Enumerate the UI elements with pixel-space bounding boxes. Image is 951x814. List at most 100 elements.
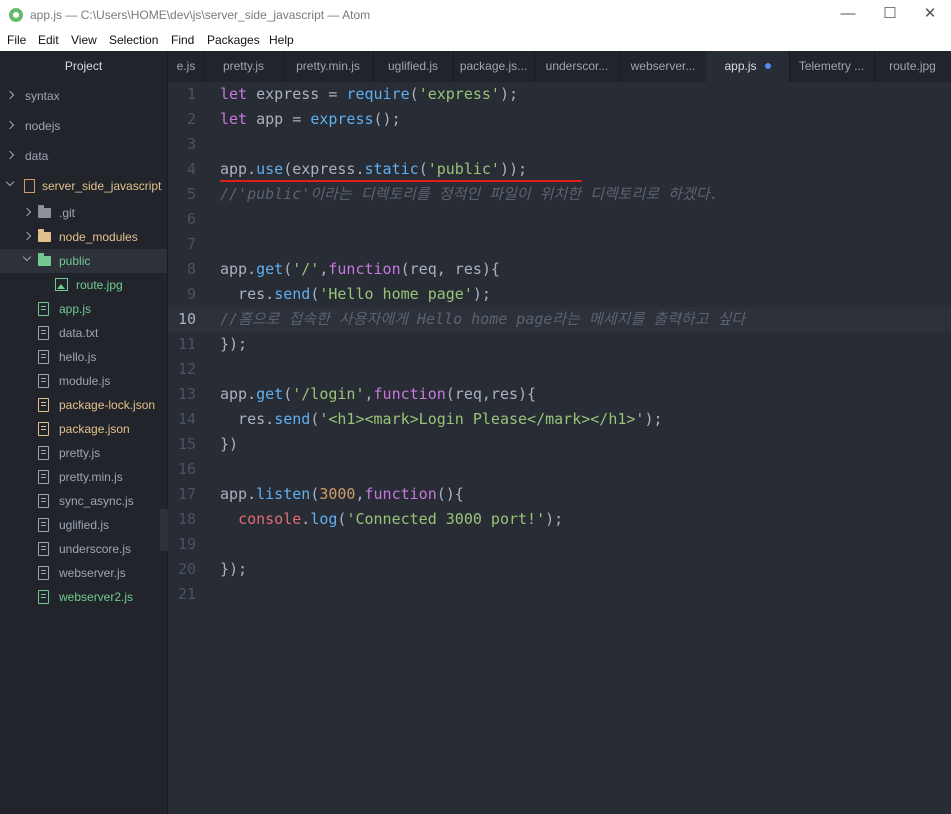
code-text: app.get('/login',function(req,res){	[220, 385, 537, 403]
menu-selection[interactable]: Selection	[109, 33, 158, 47]
line-number: 3	[186, 135, 196, 153]
menu-packages[interactable]: Packages	[207, 33, 260, 47]
maximize-button[interactable]: ☐	[880, 4, 900, 24]
code-text: });	[220, 335, 248, 353]
chevron-right-icon[interactable]	[5, 90, 15, 100]
code-line[interactable]: 8 app.get('/',function(req, res){	[168, 257, 951, 282]
code-line[interactable]: 4 app.use(express.static('public'));	[168, 157, 951, 182]
tab-app-js[interactable]: app.js	[706, 51, 790, 82]
chevron-down-icon[interactable]	[5, 177, 15, 187]
code-text: console.log('Connected 3000 port!');	[238, 510, 564, 528]
code-text: res.send('Hello home page');	[220, 285, 491, 303]
file-icon	[38, 542, 49, 556]
code-line[interactable]: 21	[168, 582, 951, 607]
tab-telemetry[interactable]: Telemetry ...	[789, 51, 875, 82]
line-number: 2	[186, 110, 196, 128]
chevron-right-icon[interactable]	[5, 120, 15, 130]
chevron-right-icon[interactable]	[22, 207, 32, 217]
tree-item-git[interactable]: .git	[0, 201, 167, 225]
menu-file[interactable]: File	[7, 33, 26, 47]
tree-item-pretty-js[interactable]: pretty.js	[0, 441, 167, 465]
chevron-right-icon[interactable]	[22, 231, 32, 241]
code-line[interactable]: 7	[168, 232, 951, 257]
tree-item-hello-js[interactable]: hello.js	[0, 345, 167, 369]
tab-package-js[interactable]: package.js...	[453, 51, 535, 82]
code-line[interactable]: 13 app.get('/login',function(req,res){	[168, 382, 951, 407]
tab-label: underscor...	[545, 59, 609, 73]
code-line[interactable]: 3	[168, 132, 951, 157]
file-icon	[38, 326, 49, 340]
tree-item-public[interactable]: public	[0, 249, 167, 273]
code-line[interactable]: 12	[168, 357, 951, 382]
tree-item-package-json[interactable]: package.json	[0, 417, 167, 441]
image-file-icon	[55, 278, 68, 291]
code-line[interactable]: 17 app.listen(3000,function(){	[168, 482, 951, 507]
file-icon	[38, 566, 49, 580]
code-editor[interactable]: 1 let express = require('express'); 2 let a…	[168, 82, 951, 814]
line-number: 7	[186, 235, 196, 253]
tree-item-underscore-js[interactable]: underscore.js	[0, 537, 167, 561]
tree-item-pretty-min-js[interactable]: pretty.min.js	[0, 465, 167, 489]
code-line[interactable]: 19	[168, 532, 951, 557]
tab-e-js[interactable]: e.js	[168, 51, 205, 82]
code-line[interactable]: 6	[168, 207, 951, 232]
project-panel-title: Project	[64, 59, 103, 73]
code-line[interactable]: 14 res.send('<h1><mark>Login Please</mar…	[168, 407, 951, 432]
modified-dot-icon	[764, 63, 771, 69]
tab-webserver[interactable]: webserver...	[620, 51, 707, 82]
code-text: app.get('/',function(req, res){	[220, 260, 500, 278]
tree-item-label: sync_async.js	[59, 494, 134, 508]
code-line[interactable]: 2 let app = express();	[168, 107, 951, 132]
code-line[interactable]: 11});	[168, 332, 951, 357]
tree-item-webserver-js[interactable]: webserver.js	[0, 561, 167, 585]
menu-view[interactable]: View	[71, 33, 97, 47]
tab-label: route.jpg	[889, 59, 936, 73]
tree-item-node-modules[interactable]: node_modules	[0, 225, 167, 249]
tab-pretty-min-js[interactable]: pretty.min.js	[283, 51, 374, 82]
tab-underscor[interactable]: underscor...	[534, 51, 621, 82]
window-title: app.js — C:\Users\HOME\dev\js\server_sid…	[30, 8, 371, 22]
tab-label: package.js...	[459, 59, 528, 73]
code-line[interactable]: 20});	[168, 557, 951, 582]
tab-uglified-js[interactable]: uglified.js	[373, 51, 454, 82]
atom-logo-icon	[9, 8, 23, 22]
close-button[interactable]: ✕	[920, 4, 940, 24]
repo-icon	[24, 179, 35, 193]
tree-item-label: pretty.min.js	[59, 470, 123, 484]
tree-item-uglified-js[interactable]: uglified.js	[0, 513, 167, 537]
code-text: app.use(express.static('public'));	[220, 160, 528, 178]
tree-item-nodejs[interactable]: nodejs	[0, 114, 167, 138]
line-number: 13	[177, 385, 196, 403]
tree-item-label: package.json	[59, 422, 130, 436]
tree-item-webserver2-js[interactable]: webserver2.js	[0, 585, 167, 609]
tab-label: app.js	[724, 59, 757, 73]
code-line[interactable]: 5 //'public'이라는 디렉토리를 정적인 파일이 위치한 디렉토리로 하…	[168, 182, 951, 207]
menu-find[interactable]: Find	[171, 33, 194, 47]
tree-item-sync-async-js[interactable]: sync_async.js	[0, 489, 167, 513]
tab-pretty-js[interactable]: pretty.js	[204, 51, 284, 82]
line-number: 15	[177, 435, 196, 453]
tree-item-data[interactable]: data	[0, 144, 167, 168]
tab-bar: e.js pretty.js pretty.min.js uglified.js pac…	[168, 51, 951, 83]
code-line[interactable]: 15})	[168, 432, 951, 457]
chevron-right-icon[interactable]	[5, 150, 15, 160]
code-line[interactable]: 18 console.log('Connected 3000 port!');	[168, 507, 951, 532]
tree-item-server-side-javascript[interactable]: server_side_javascript	[0, 174, 167, 198]
menu-edit[interactable]: Edit	[38, 33, 59, 47]
tree-item-module-js[interactable]: module.js	[0, 369, 167, 393]
code-line[interactable]: 10 //홈으로 접속한 사용자에게 Hello home page라는 메세지를…	[168, 307, 951, 332]
minimize-button[interactable]: —	[838, 4, 858, 24]
tree-item-route-jpg[interactable]: route.jpg	[0, 273, 167, 297]
tree-item-app-js[interactable]: app.js	[0, 297, 167, 321]
code-line[interactable]: 9 res.send('Hello home page');	[168, 282, 951, 307]
tree-item-data-txt[interactable]: data.txt	[0, 321, 167, 345]
chevron-down-icon[interactable]	[22, 252, 32, 262]
line-number: 19	[177, 535, 196, 553]
code-line[interactable]: 1 let express = require('express');	[168, 82, 951, 107]
code-line[interactable]: 16	[168, 457, 951, 482]
code-text: app.listen(3000,function(){	[220, 485, 464, 503]
tree-item-package-lock-json[interactable]: package-lock.json	[0, 393, 167, 417]
tree-item-syntax[interactable]: syntax	[0, 84, 167, 108]
menu-help[interactable]: Help	[269, 33, 294, 47]
tab-route-jpg[interactable]: route.jpg	[874, 51, 951, 82]
